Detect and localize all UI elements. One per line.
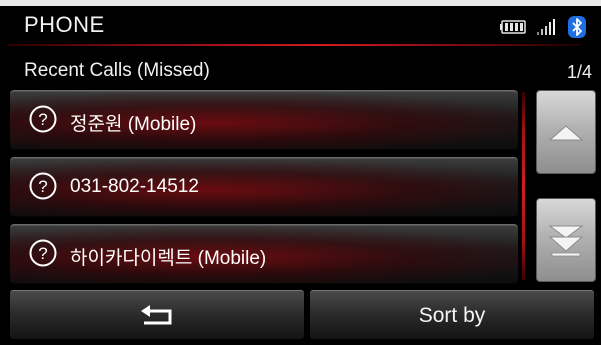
page-indicator: 1/4	[566, 62, 592, 82]
unknown-caller-icon: ?	[29, 239, 57, 267]
bottom-bar: Sort by	[8, 290, 594, 340]
back-arrow-icon	[141, 305, 172, 325]
phone-screen: PHONE Recent Calls (Missed) 1/4 ? 정준원 (M…	[0, 0, 601, 345]
back-button[interactable]	[10, 290, 304, 339]
svg-text:?: ?	[38, 244, 47, 263]
scroll-indicator	[522, 92, 525, 280]
unknown-caller-icon: ?	[29, 105, 57, 133]
bluetooth-icon	[568, 16, 586, 43]
svg-text:?: ?	[38, 177, 47, 196]
unknown-caller-icon: ?	[29, 172, 57, 200]
list-item-label: 031-802-14512	[70, 176, 199, 197]
list-item-label: 정준원 (Mobile)	[70, 114, 197, 135]
scroll-up-icon	[548, 125, 584, 141]
scroll-up-button[interactable]	[536, 90, 596, 174]
list-title: Recent Calls (Missed)	[24, 60, 210, 81]
list-item[interactable]: ? 하이카다이렉트 (Mobile)	[10, 224, 518, 284]
sort-by-label: Sort by	[418, 304, 486, 327]
svg-text:?: ?	[38, 110, 47, 129]
app-title: PHONE	[24, 12, 105, 37]
list-item[interactable]: ? 031-802-14512	[10, 157, 518, 217]
battery-icon	[500, 20, 526, 39]
scroll-page-down-icon	[548, 225, 584, 257]
scroll-down-button[interactable]	[536, 198, 596, 282]
list-item[interactable]: ? 정준원 (Mobile)	[10, 90, 518, 150]
header: PHONE	[8, 6, 594, 46]
list-item-label: 하이카다이렉트 (Mobile)	[70, 248, 267, 269]
status-icons	[500, 16, 586, 43]
header-divider	[8, 44, 582, 46]
subheader: Recent Calls (Missed) 1/4	[8, 48, 594, 86]
signal-icon	[536, 18, 558, 41]
sort-by-button[interactable]: Sort by	[310, 290, 594, 339]
